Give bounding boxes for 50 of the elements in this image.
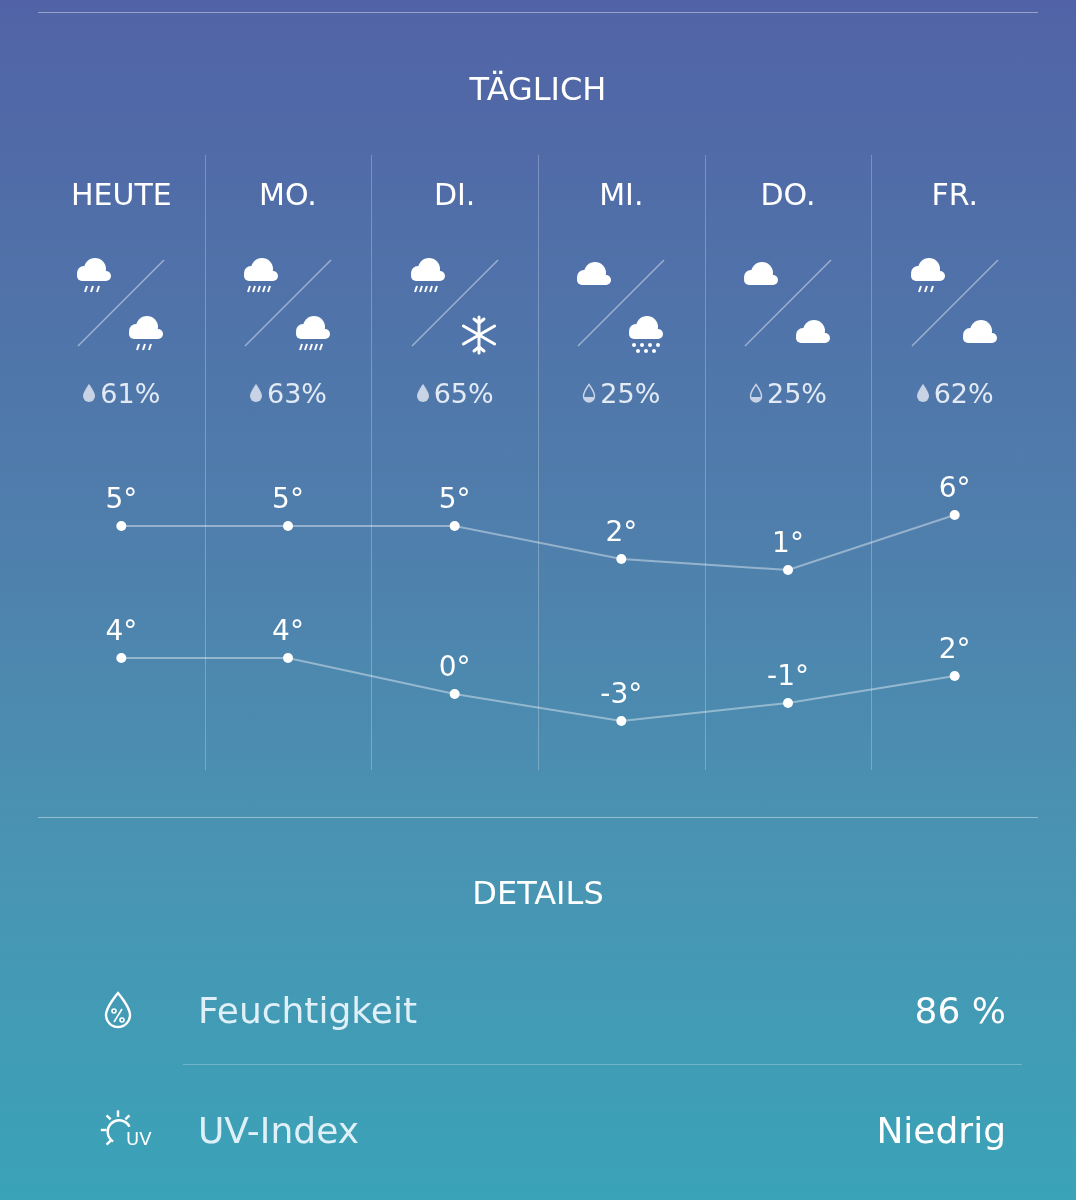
temperature-point	[949, 671, 960, 681]
day-label: DI.	[433, 176, 476, 214]
detail-label: Feuchtigkeit	[198, 989, 419, 1031]
raindrop-icon	[82, 383, 97, 403]
precipitation-chance: 63%	[267, 377, 327, 409]
temperature-label: -3°	[600, 677, 643, 710]
temperature-point	[116, 653, 127, 663]
temperature-point	[783, 565, 793, 575]
uv-label: UV	[126, 1128, 152, 1149]
temperature-point	[449, 689, 460, 699]
temperature-label: 4°	[105, 614, 138, 647]
temperature-label: -1°	[767, 659, 809, 692]
temperature-label: 5°	[272, 482, 304, 515]
precipitation-chance: 61%	[100, 377, 161, 409]
raindrop-icon	[415, 383, 430, 403]
section-title: DETAILS	[471, 873, 605, 914]
temperature-label: 2°	[605, 515, 638, 548]
temperature-label: 4°	[272, 614, 304, 647]
temperature-point	[616, 554, 627, 564]
day-label: FR.	[931, 176, 978, 214]
section-title: TÄGLICH	[468, 69, 608, 110]
temperature-label: 0°	[438, 650, 471, 683]
detail-label: UV-Index	[198, 1109, 360, 1151]
temperature-point	[283, 653, 293, 663]
temperature-point	[616, 716, 627, 726]
precipitation-chance: 62%	[933, 377, 994, 409]
day-label: HEUTE	[70, 176, 172, 214]
detail-value: Niedrig	[876, 1109, 1006, 1151]
temperature-label: 2°	[938, 632, 971, 665]
day-label: MI.	[599, 176, 644, 214]
precipitation-chance: 65%	[433, 377, 494, 409]
humidity-icon	[102, 990, 134, 1030]
precipitation-chance: 25%	[767, 377, 827, 409]
detail-value: 86 %	[914, 989, 1006, 1031]
raindrop-icon	[249, 383, 263, 403]
temperature-label: 6°	[938, 471, 971, 504]
temperature-point	[449, 521, 460, 531]
raindrop-outline-icon	[749, 383, 763, 403]
temperature-label: 5°	[105, 482, 138, 515]
temperature-label: 5°	[438, 482, 471, 515]
day-label: MO.	[259, 176, 317, 214]
temperature-point	[283, 521, 293, 531]
raindrop-icon	[915, 383, 930, 403]
day-label: DO.	[760, 176, 816, 214]
temperature-label: 1°	[772, 526, 804, 559]
precipitation-chance: 25%	[600, 377, 661, 409]
temperature-point	[116, 521, 127, 531]
raindrop-outline-icon	[582, 383, 597, 403]
temperature-point	[949, 510, 960, 520]
temperature-point	[783, 698, 793, 708]
